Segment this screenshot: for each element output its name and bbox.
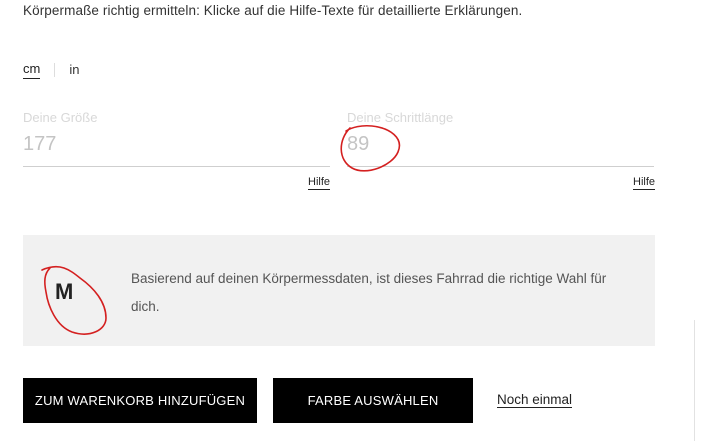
unit-in-option[interactable]: in	[69, 62, 79, 79]
size-result-panel: M Basierend auf deinen Körpermessdaten, …	[23, 235, 655, 346]
restart-link[interactable]: Noch einmal	[497, 392, 573, 408]
height-value[interactable]: 177	[23, 133, 56, 156]
height-label: Deine Größe	[23, 110, 98, 125]
inseam-value[interactable]: 89	[347, 133, 369, 156]
unit-toggle: cm in	[23, 61, 79, 79]
intro-text: Körpermaße richtig ermitteln: Klicke auf…	[23, 3, 523, 18]
inseam-help-link[interactable]: Hilfe	[633, 176, 656, 190]
choose-color-button[interactable]: FARBE AUSWÄHLEN	[273, 378, 473, 423]
height-help-link[interactable]: Hilfe	[308, 176, 331, 190]
page-edge-divider	[694, 320, 695, 441]
inseam-field[interactable]: Deine Schrittlänge 89	[347, 110, 654, 167]
inseam-label: Deine Schrittlänge	[347, 110, 454, 125]
height-field[interactable]: Deine Größe 177	[23, 110, 330, 167]
result-message: Basierend auf deinen Körpermessdaten, is…	[131, 271, 607, 314]
annotation-layer	[41, 124, 401, 335]
add-to-cart-button[interactable]: ZUM WARENKORB HINZUFÜGEN	[23, 378, 257, 423]
unit-divider	[54, 63, 56, 77]
unit-cm-option[interactable]: cm	[23, 61, 41, 79]
recommended-size: M	[55, 279, 74, 304]
